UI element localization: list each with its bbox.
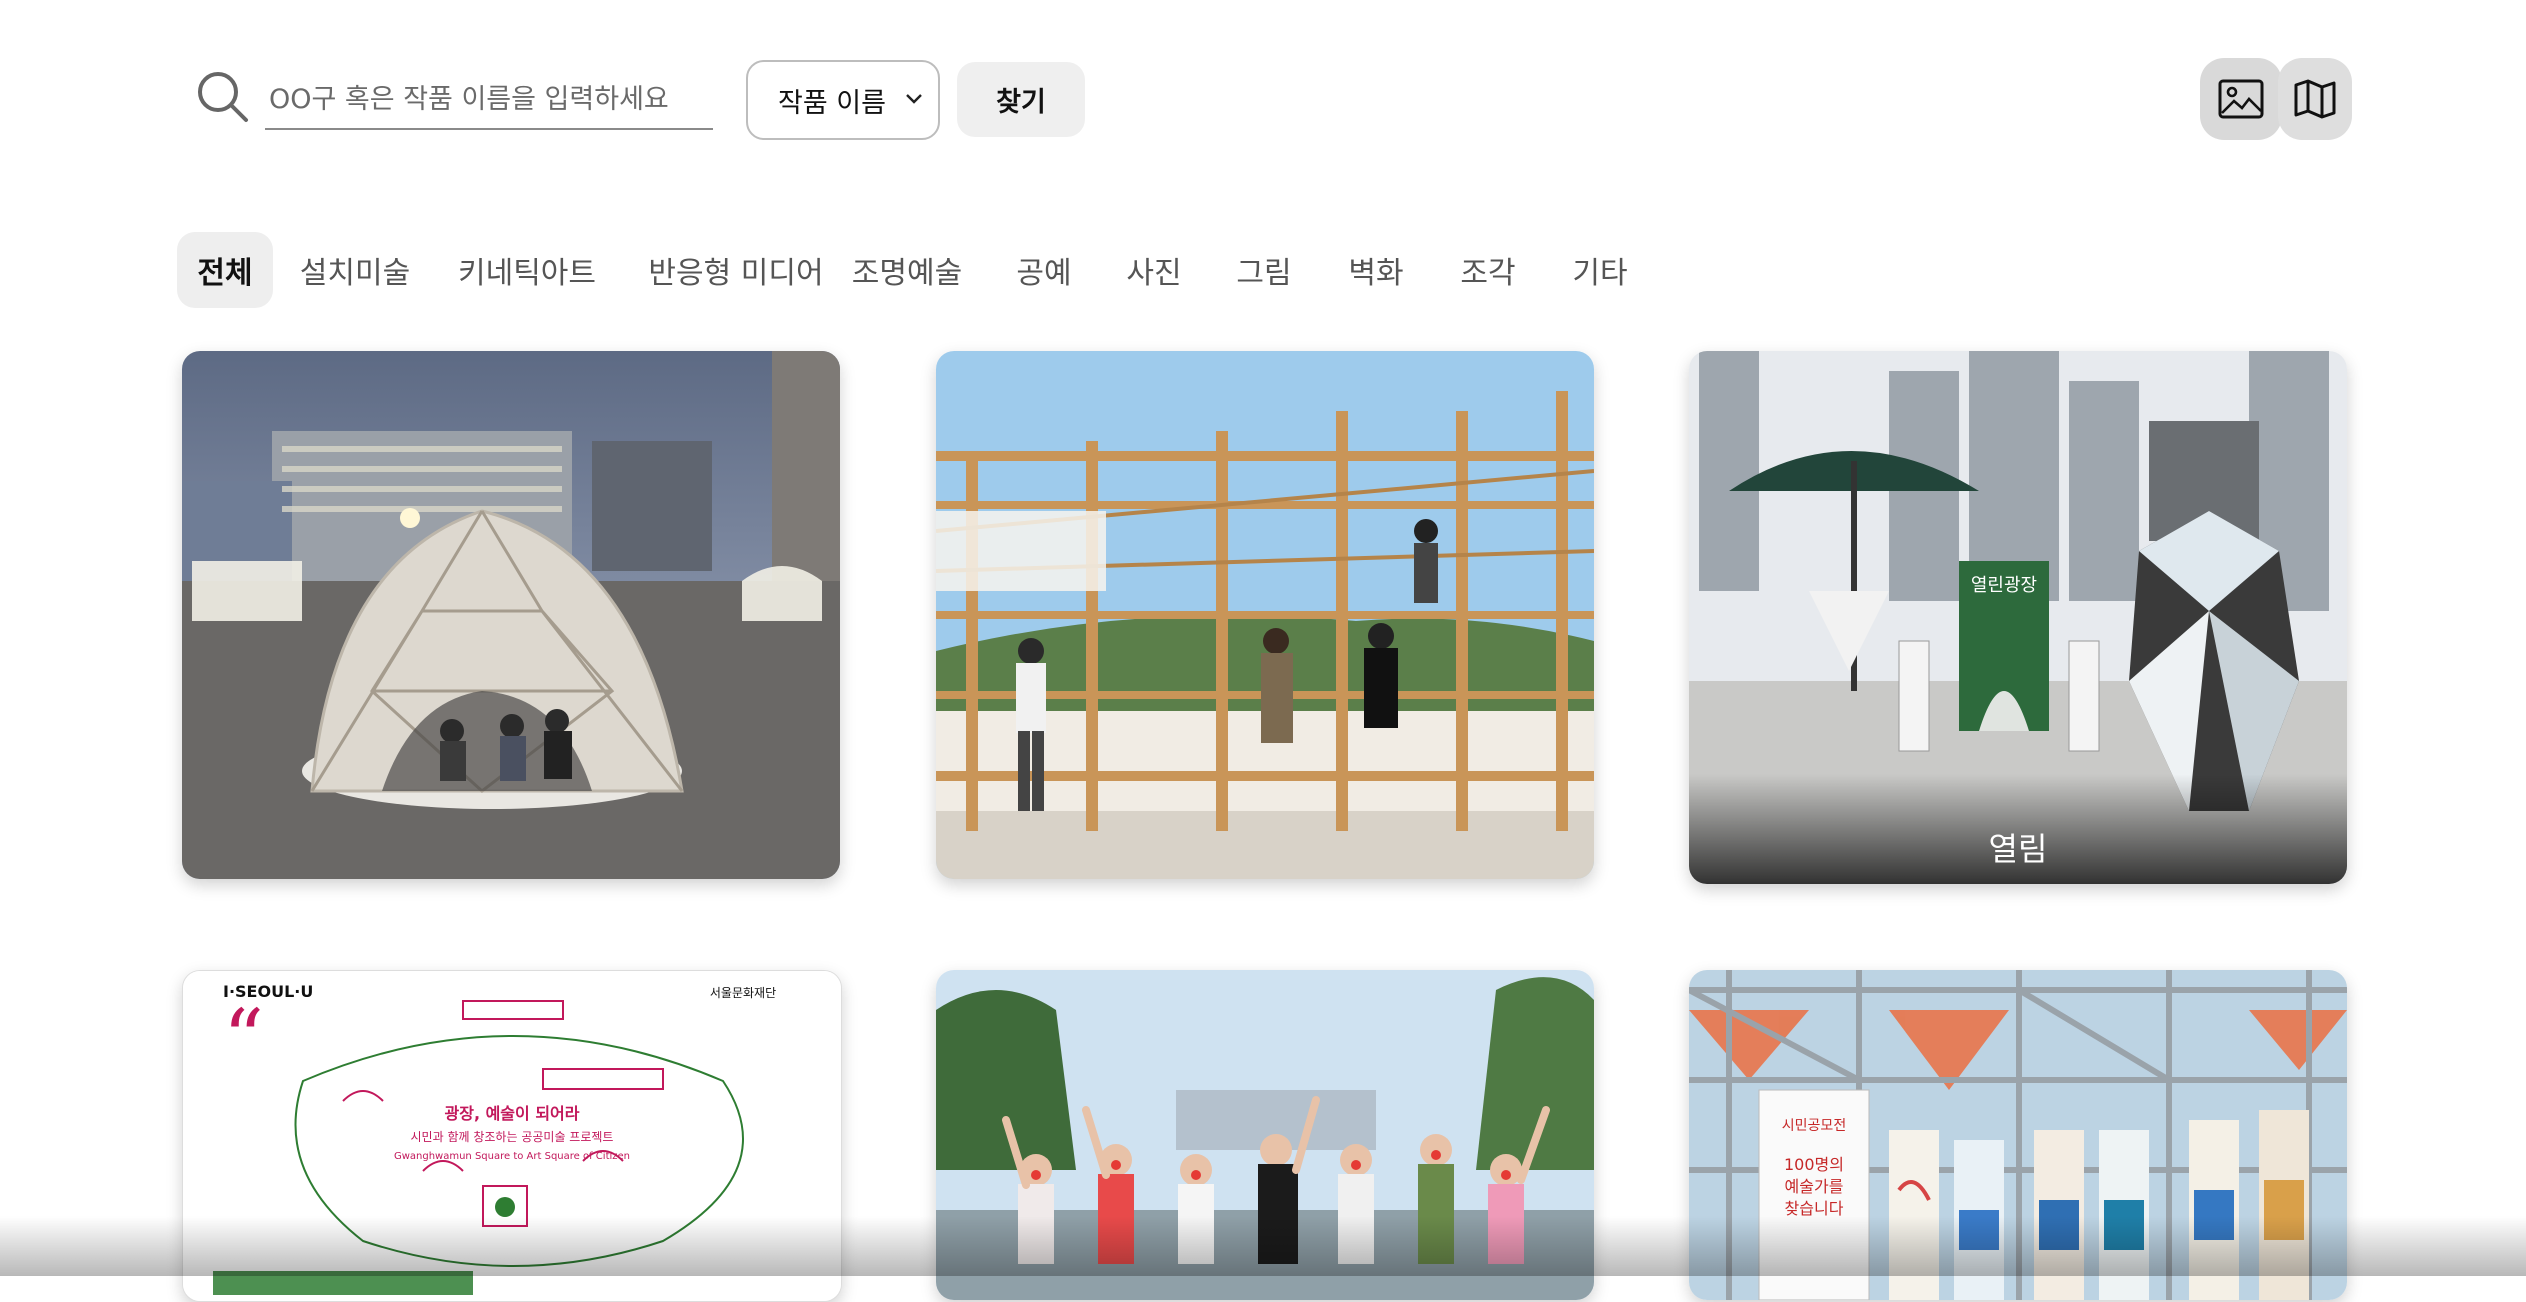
poster-subtitle: 시민과 함께 창조하는 공공미술 프로젝트 — [411, 1130, 614, 1144]
tab-installation[interactable]: 설치미술 — [287, 232, 423, 308]
tab-painting[interactable]: 그림 — [1217, 232, 1311, 308]
sign-line2: 100명의 — [1784, 1155, 1844, 1174]
tab-kinetic-art[interactable]: 키네틱아트 — [443, 232, 611, 308]
tab-all[interactable]: 전체 — [177, 232, 273, 308]
map-view-button[interactable] — [2278, 58, 2352, 140]
tab-photo[interactable]: 사진 — [1107, 232, 1201, 308]
poster-english: Gwanghwamun Square to Art Square of Citi… — [394, 1151, 630, 1162]
find-button[interactable]: 찾기 — [957, 62, 1085, 137]
artwork-image: 시민공모전 100명의 예술가를 찾습니다 — [1689, 970, 2347, 1300]
gallery-view-button[interactable] — [2200, 58, 2282, 140]
tab-craft[interactable]: 공예 — [997, 232, 1091, 308]
poster-quote: “ — [223, 992, 264, 1085]
search-icon — [198, 72, 248, 122]
search-input[interactable] — [265, 70, 713, 130]
search-type-select[interactable]: 작품 이름 — [746, 60, 940, 140]
image-icon — [2218, 79, 2264, 119]
tab-mural[interactable]: 벽화 — [1329, 232, 1423, 308]
map-icon — [2294, 79, 2336, 119]
artwork-image — [182, 351, 840, 879]
sign-line3: 예술가를 — [1785, 1177, 1844, 1196]
tab-interactive-media[interactable]: 반응형 미디어 — [625, 232, 847, 308]
artwork-card[interactable]: I·SEOUL·U 서울문화재단 “ 광장, 예술이 되어라 시민과 함께 창조… — [182, 970, 842, 1302]
chevron-down-icon — [906, 94, 922, 104]
svg-text:열린광장: 열린광장 — [1971, 575, 2037, 596]
artwork-card[interactable] — [936, 970, 1594, 1300]
tab-sculpture[interactable]: 조각 — [1441, 232, 1535, 308]
card-caption: 열림 — [1988, 830, 2048, 868]
artwork-image — [936, 970, 1594, 1300]
poster-org: 서울문화재단 — [710, 986, 776, 1000]
poster-title: 광장, 예술이 되어라 — [445, 1104, 580, 1123]
artwork-card[interactable] — [936, 351, 1594, 879]
tab-light-art[interactable]: 조명예술 — [837, 232, 977, 308]
artwork-card[interactable]: 열린광장 열림 — [1689, 351, 2347, 884]
search-type-value: 작품 이름 — [778, 87, 886, 119]
sign-line4: 찾습니다 — [1785, 1199, 1844, 1218]
tab-etc[interactable]: 기타 — [1553, 232, 1647, 308]
artwork-image: I·SEOUL·U 서울문화재단 “ 광장, 예술이 되어라 시민과 함께 창조… — [183, 971, 841, 1301]
artwork-image — [936, 351, 1594, 879]
sign-line1: 시민공모전 — [1782, 1118, 1846, 1134]
artwork-card[interactable] — [182, 351, 840, 879]
artwork-card[interactable]: 시민공모전 100명의 예술가를 찾습니다 — [1689, 970, 2347, 1300]
